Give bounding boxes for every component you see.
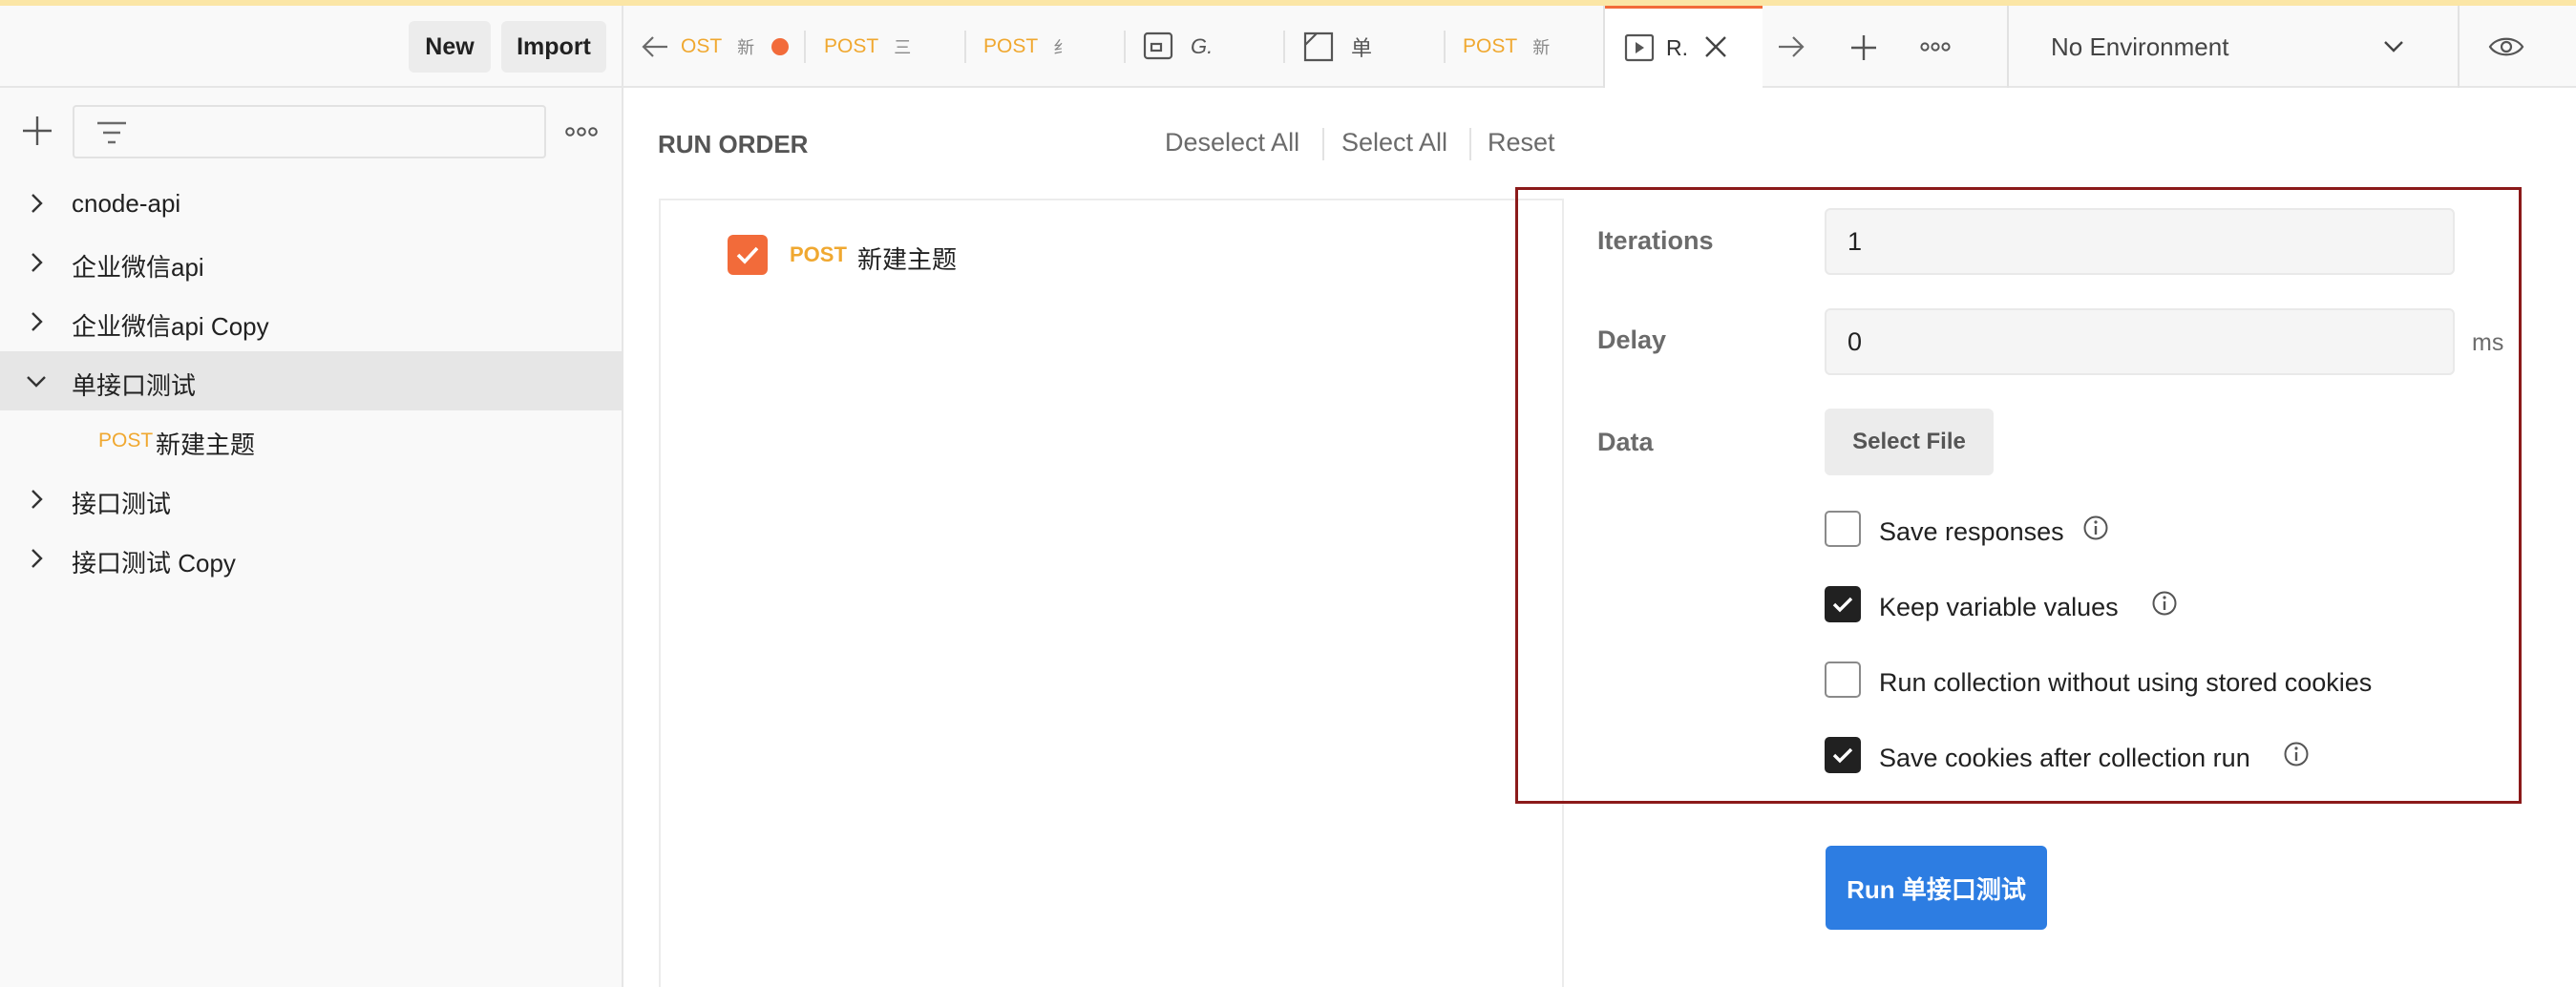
request-method: POST [790,242,847,266]
select-all-button[interactable]: Select All [1341,128,1447,158]
new-tab-icon[interactable] [1849,33,1878,62]
arrow-right-icon[interactable] [1777,34,1805,59]
tab-divider [2458,6,2460,88]
tab-label: 单 [1351,36,1373,60]
request-label: 新建主题 [156,430,256,459]
collection-label: 接口测试 Copy [72,549,236,578]
chevron-right-icon [25,310,48,333]
tab-label: 纟 [1053,38,1071,57]
request-item[interactable]: POST 新建主题 [0,410,622,470]
tab-method: POST [1463,35,1518,57]
tab-label: 新 [737,38,755,57]
sidebar: New Import cnode-api 企业微信api 企业微信api Cop… [0,6,623,987]
collection-item[interactable]: 企业微信api Copy [0,292,622,351]
collection-item[interactable]: cnode-api [0,174,622,233]
chevron-right-icon [25,547,48,570]
active-tab-indicator [1605,6,1763,9]
tab-environment[interactable]: G. [1143,6,1213,88]
collection-label: 企业微信api [72,253,204,282]
tab-label: 新 [1532,38,1551,57]
collection-item[interactable]: 接口测试 Copy [0,529,622,588]
reset-button[interactable]: Reset [1488,128,1555,158]
collection-label: 企业微信api Copy [72,312,269,341]
run-order-list: POST 新建主题 [659,199,1564,987]
tab-bar: OST 新 POST 三 POST 纟 G. 单 POST 新 R. No En… [623,6,2576,90]
tab-request[interactable]: POST 新 [1463,6,1550,88]
tab-options-icon[interactable] [1920,40,1951,53]
highlight-box [1515,187,2522,804]
tab-runner-active[interactable]: R. [1605,6,1763,90]
tab-label: R. [1666,35,1688,60]
more-options-icon[interactable] [565,124,598,139]
tab-request[interactable]: POST 三 [824,6,911,88]
import-button[interactable]: Import [501,21,606,73]
request-name: 新建主题 [857,245,958,274]
chevron-down-icon [2382,36,2405,57]
sidebar-header: New Import [0,6,622,88]
environment-select[interactable]: No Environment [2009,6,2458,88]
close-tab-icon[interactable] [1703,34,1728,59]
run-order-title: RUN ORDER [658,130,809,158]
collection-item-selected[interactable]: 单接口测试 [0,351,622,410]
chevron-down-icon [25,369,48,392]
check-icon [736,246,759,264]
collection-item[interactable]: 接口测试 [0,470,622,529]
chevron-right-icon [25,192,48,215]
runner-icon [1624,33,1655,62]
eye-icon[interactable] [2488,34,2524,59]
tab-method: POST [824,35,879,57]
tab-label: 三 [894,38,912,57]
tab-label: G. [1191,34,1214,58]
chevron-right-icon [25,251,48,274]
tab-collection[interactable]: 单 [1303,6,1372,88]
environment-icon [1143,32,1175,62]
run-order-item[interactable]: POST 新建主题 [728,231,1234,279]
environment-value: No Environment [2051,32,2229,61]
tab-method: POST [983,35,1039,57]
unsaved-dot-icon [771,38,790,55]
collection-label: cnode-api [72,189,181,218]
run-collection-button[interactable]: Run 单接口测试 [1826,846,2047,930]
collection-label: 接口测试 [72,490,172,518]
action-divider [1322,128,1324,160]
new-button[interactable]: New [409,21,491,73]
filter-input[interactable] [73,105,546,158]
add-collection-icon[interactable] [19,113,55,149]
action-divider [1469,128,1471,160]
tab-divider [1124,31,1126,63]
tab-request[interactable]: OST 新 [641,6,790,88]
tab-method: OST [681,35,723,57]
arrow-left-icon[interactable] [641,34,669,59]
tab-divider [1444,31,1446,63]
collection-label: 单接口测试 [72,371,197,400]
collection-item[interactable]: 企业微信api [0,233,622,292]
tab-divider [1283,31,1285,63]
request-method: POST [98,430,154,452]
tab-divider [804,31,806,63]
deselect-all-button[interactable]: Deselect All [1165,128,1299,158]
tab-request[interactable]: POST 纟 [983,6,1070,88]
request-checkbox[interactable] [728,235,768,275]
collection-icon [1303,32,1336,62]
filter-icon [95,118,128,147]
tab-divider [964,31,966,63]
chevron-right-icon [25,488,48,511]
